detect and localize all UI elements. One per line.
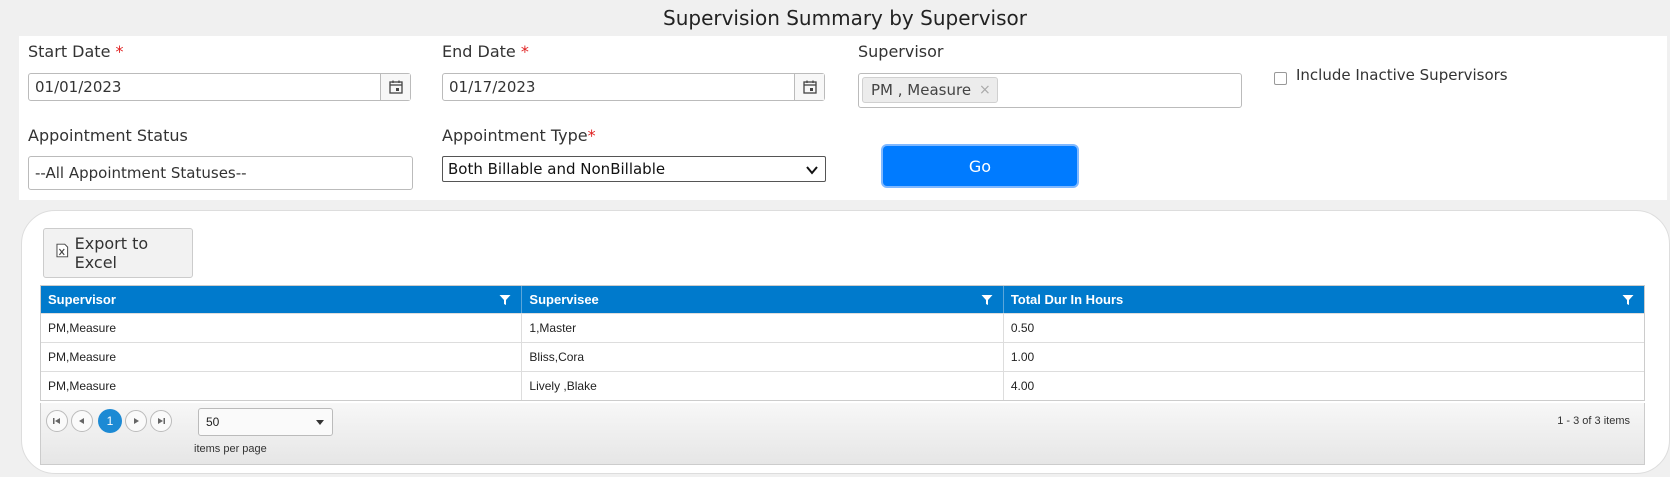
table-row[interactable]: PM,Measure 1,Master 0.50 (41, 313, 1644, 342)
supervisor-label: Supervisor (858, 42, 944, 61)
required-mark: * (587, 126, 596, 145)
cell-total-dur: 0.50 (1010, 321, 1035, 335)
last-page-button[interactable] (150, 410, 172, 432)
last-page-icon (158, 418, 165, 424)
first-page-icon (53, 418, 60, 424)
chevron-down-icon (316, 420, 324, 425)
page-size-select[interactable]: 50 (198, 408, 333, 436)
table-row[interactable]: PM,Measure Lively ,Blake 4.00 (41, 371, 1644, 400)
cell-supervisee: Bliss,Cora (522, 343, 1004, 371)
include-inactive-checkbox[interactable] (1274, 72, 1287, 85)
filter-icon[interactable] (499, 294, 511, 306)
go-button[interactable]: Go (883, 146, 1077, 186)
cell-supervisor: PM,Measure (41, 372, 523, 400)
cell-supervisee: Lively ,Blake (522, 372, 1004, 400)
appointment-type-select[interactable]: Both Billable and NonBillable (442, 156, 826, 182)
column-header-label: Supervisee (529, 292, 599, 307)
calendar-icon (388, 80, 403, 94)
export-to-excel-button[interactable]: Export to Excel (43, 228, 193, 278)
page-title: Supervision Summary by Supervisor (663, 6, 1027, 30)
start-date-value[interactable]: 01/01/2023 (29, 78, 380, 96)
pager-info: 1 - 3 of 3 items (1557, 415, 1630, 427)
first-page-button[interactable] (46, 410, 68, 432)
end-date-label: End Date * (442, 42, 529, 61)
required-mark: * (520, 42, 529, 61)
end-date-value[interactable]: 01/17/2023 (443, 78, 794, 96)
filter-panel: Start Date * 01/01/2023 End Date * 01/17… (19, 36, 1667, 200)
excel-icon (56, 243, 69, 257)
prev-page-icon (79, 418, 84, 424)
prev-page-button[interactable] (71, 410, 93, 432)
results-grid: Supervisor Supervisee Total Dur In Hours… (40, 285, 1645, 401)
start-date-calendar-button[interactable] (380, 74, 410, 100)
column-header-label: Total Dur In Hours (1010, 292, 1124, 307)
chevron-down-icon (806, 166, 818, 175)
supervisor-tag[interactable]: PM , Measure × (862, 77, 998, 103)
column-header-supervisee[interactable]: Supervisee (522, 286, 1004, 313)
supervisor-multiselect[interactable]: PM , Measure × (858, 73, 1242, 108)
appointment-type-label: Appointment Type* (442, 126, 596, 145)
end-date-calendar-button[interactable] (794, 74, 824, 100)
items-per-page-label: items per page (194, 443, 267, 455)
cell-total-dur: 1.00 (1010, 350, 1035, 364)
column-header-total-dur[interactable]: Total Dur In Hours (1004, 286, 1644, 313)
end-date-field[interactable]: 01/17/2023 (442, 73, 825, 101)
next-page-icon (134, 418, 139, 424)
appointment-status-value: --All Appointment Statuses-- (35, 164, 247, 182)
appointment-type-label-text: Appointment Type (442, 126, 588, 145)
cell-supervisor: PM,Measure (41, 343, 523, 371)
include-inactive-label[interactable]: Include Inactive Supervisors (1296, 66, 1508, 84)
current-page-button[interactable]: 1 (98, 409, 122, 433)
column-header-supervisor[interactable]: Supervisor (41, 286, 523, 313)
appointment-type-value: Both Billable and NonBillable (448, 160, 666, 178)
column-header-label: Supervisor (48, 292, 116, 307)
page-size-value: 50 (206, 415, 220, 429)
cell-supervisor: PM,Measure (41, 314, 523, 342)
close-icon[interactable]: × (979, 82, 991, 98)
cell-total-dur: 4.00 (1010, 379, 1035, 393)
start-date-label: Start Date * (28, 42, 124, 61)
export-label: Export to Excel (74, 234, 149, 272)
calendar-icon (802, 80, 817, 94)
start-date-label-text: Start Date (28, 42, 111, 61)
table-row[interactable]: PM,Measure Bliss,Cora 1.00 (41, 342, 1644, 371)
grid-header: Supervisor Supervisee Total Dur In Hours (41, 286, 1644, 313)
appointment-status-label: Appointment Status (28, 126, 188, 145)
filter-icon[interactable] (981, 294, 993, 306)
end-date-label-text: End Date (442, 42, 516, 61)
pager: 1 50 items per page 1 - 3 of 3 items (40, 403, 1645, 465)
cell-supervisee: 1,Master (522, 314, 1004, 342)
supervisor-tag-label: PM , Measure (871, 81, 972, 99)
filter-icon[interactable] (1622, 294, 1634, 306)
start-date-field[interactable]: 01/01/2023 (28, 73, 411, 101)
required-mark: * (115, 42, 124, 61)
next-page-button[interactable] (125, 410, 147, 432)
appointment-status-select[interactable]: --All Appointment Statuses-- (28, 156, 413, 190)
